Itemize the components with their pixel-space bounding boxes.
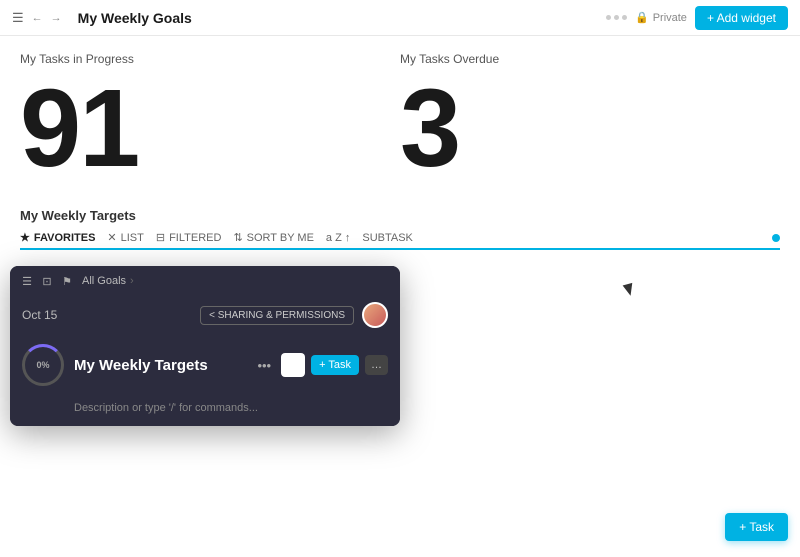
overlay-panel: ☰ ⊡ ⚑ All Goals › Oct 15 < SHARING & PER…	[10, 266, 400, 426]
stats-row: My Tasks in Progress 91 My Tasks Overdue…	[20, 52, 780, 184]
sort-icon: ⇅	[233, 231, 242, 244]
filter-az[interactable]: a Z ↑	[326, 232, 350, 244]
filter-bar: ★ FAVORITES ✕ LIST ⊟ FILTERED ⇅ SORT BY …	[20, 231, 780, 250]
add-task-button[interactable]: + Task	[311, 355, 359, 375]
overlay-menu-icon[interactable]: ☰	[20, 274, 34, 288]
cursor	[624, 284, 634, 298]
progress-circle: 0%	[22, 344, 64, 386]
overlay-description[interactable]: Description or type '/' for commands...	[10, 396, 400, 426]
progress-label: 0%	[36, 360, 49, 370]
filter-list[interactable]: ✕ LIST	[107, 231, 143, 244]
back-icon[interactable]: ←	[32, 12, 43, 24]
page-title: My Weekly Goals	[78, 10, 192, 26]
hamburger-icon[interactable]: ☰	[12, 10, 24, 26]
star-icon: ★	[20, 231, 30, 244]
topbar-right: 🔒 Private + Add widget	[606, 6, 788, 30]
dots-icon	[606, 15, 627, 20]
white-box[interactable]	[281, 353, 305, 377]
forward-icon[interactable]: →	[51, 12, 62, 24]
overdue-stat: My Tasks Overdue 3	[400, 52, 780, 184]
filter-favorites[interactable]: ★ FAVORITES	[20, 231, 95, 244]
topbar-left: ☰ ← → My Weekly Goals	[12, 10, 192, 26]
weekly-targets-title: My Weekly Targets	[20, 208, 780, 223]
add-widget-button[interactable]: + Add widget	[695, 6, 788, 30]
overdue-value: 3	[400, 74, 780, 184]
overdue-label: My Tasks Overdue	[400, 52, 780, 66]
x-icon: ✕	[107, 231, 116, 244]
breadcrumb[interactable]: All Goals ›	[82, 275, 134, 287]
in-progress-value: 91	[20, 74, 400, 184]
filter-active-dot	[772, 234, 780, 242]
more-button[interactable]: …	[365, 355, 388, 375]
bottom-add-task-button[interactable]: + Task	[725, 513, 788, 541]
overlay-home-icon[interactable]: ⊡	[40, 274, 54, 288]
overlay-date: Oct 15	[22, 308, 57, 322]
private-label[interactable]: 🔒 Private	[635, 11, 687, 24]
main-content: My Tasks in Progress 91 My Tasks Overdue…	[0, 36, 800, 266]
sharing-permissions-button[interactable]: < SHARING & PERMISSIONS	[200, 306, 354, 325]
filter-sort[interactable]: ⇅ SORT BY ME	[233, 231, 313, 244]
task-menu-icon[interactable]: •••	[257, 358, 271, 373]
topbar: ☰ ← → My Weekly Goals 🔒 Private + Add wi…	[0, 0, 800, 36]
task-title: My Weekly Targets	[74, 357, 247, 374]
avatar	[362, 302, 388, 328]
overlay-topbar: ☰ ⊡ ⚑ All Goals ›	[10, 266, 400, 296]
overlay-icons: ☰ ⊡ ⚑	[20, 274, 74, 288]
task-actions: + Task …	[281, 353, 388, 377]
lock-icon: 🔒	[635, 11, 649, 24]
in-progress-label: My Tasks in Progress	[20, 52, 400, 66]
in-progress-stat: My Tasks in Progress 91	[20, 52, 400, 184]
overlay-flag-icon[interactable]: ⚑	[60, 274, 74, 288]
overlay-task-row: 0% My Weekly Targets ••• + Task …	[10, 334, 400, 396]
overlay-date-row: Oct 15 < SHARING & PERMISSIONS	[10, 296, 400, 334]
filter-icon: ⊟	[156, 231, 165, 244]
filter-filtered[interactable]: ⊟ FILTERED	[156, 231, 222, 244]
filter-subtask[interactable]: SUBTASK	[362, 232, 413, 244]
